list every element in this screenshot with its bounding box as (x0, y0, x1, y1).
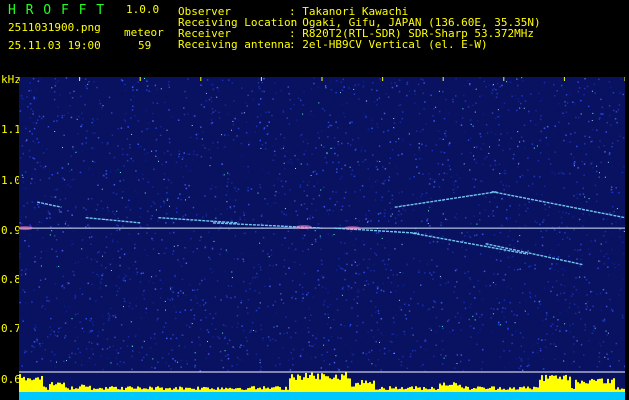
file-name: 2511031900.png (8, 21, 101, 34)
meteor-count: 59 (138, 39, 152, 52)
y-tick-label: 0.7 (1, 322, 21, 335)
band-base (19, 392, 625, 400)
echo-highlight (295, 225, 312, 230)
app-title: H R O F F T (8, 3, 106, 18)
y-axis-unit: kHz (1, 73, 21, 86)
app-version: 1.0.0 (126, 3, 160, 16)
spectrogram (19, 77, 625, 400)
y-tick-label: 0.6 (1, 373, 21, 386)
y-tick-label: 1.0 (1, 174, 21, 187)
echo-highlight (344, 226, 361, 231)
info-label-antenna: Receiving antenna (178, 38, 291, 51)
info-value-antenna: : 2el-HB9CV Vertical (el. E-W) (289, 38, 488, 51)
y-tick-label: 0.9 (1, 224, 21, 237)
y-tick-label: 1.1 (1, 123, 21, 136)
y-tick-label: 0.8 (1, 273, 21, 286)
meteor-label: meteor (124, 26, 164, 39)
capture-datetime: 25.11.03 19:00 (8, 39, 101, 52)
